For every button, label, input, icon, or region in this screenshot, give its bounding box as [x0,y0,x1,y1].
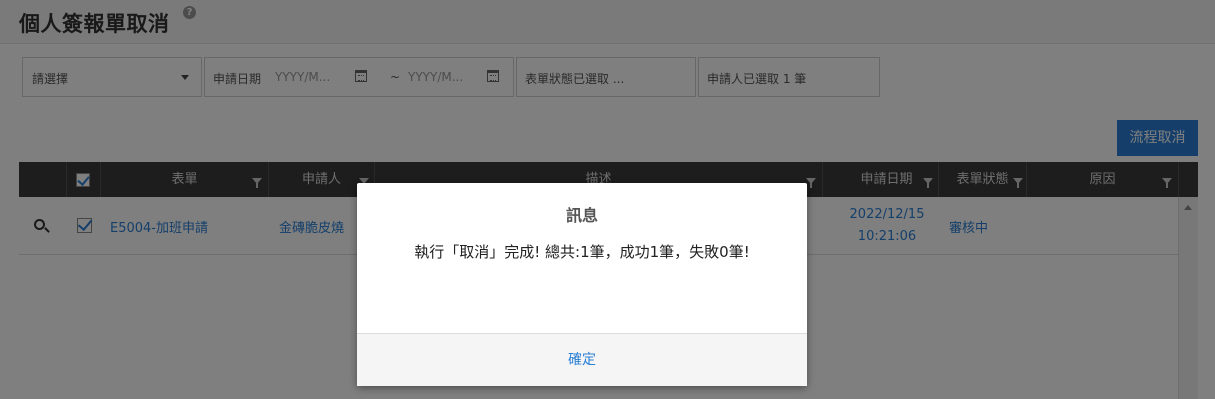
message-dialog: 訊息 執行「取消」完成! 總共:1筆，成功1筆，失敗0筆! 確定 [357,183,807,386]
confirm-button[interactable]: 確定 [357,334,807,387]
dialog-message: 執行「取消」完成! 總共:1筆，成功1筆，失敗0筆! [414,243,750,261]
page: 個人簽報單取消 ? 請選擇 申請日期 YYYY/M... ~ YYYY/M...… [0,0,1215,399]
dialog-footer: 確定 [357,333,807,386]
dialog-title: 訊息 [565,206,598,225]
